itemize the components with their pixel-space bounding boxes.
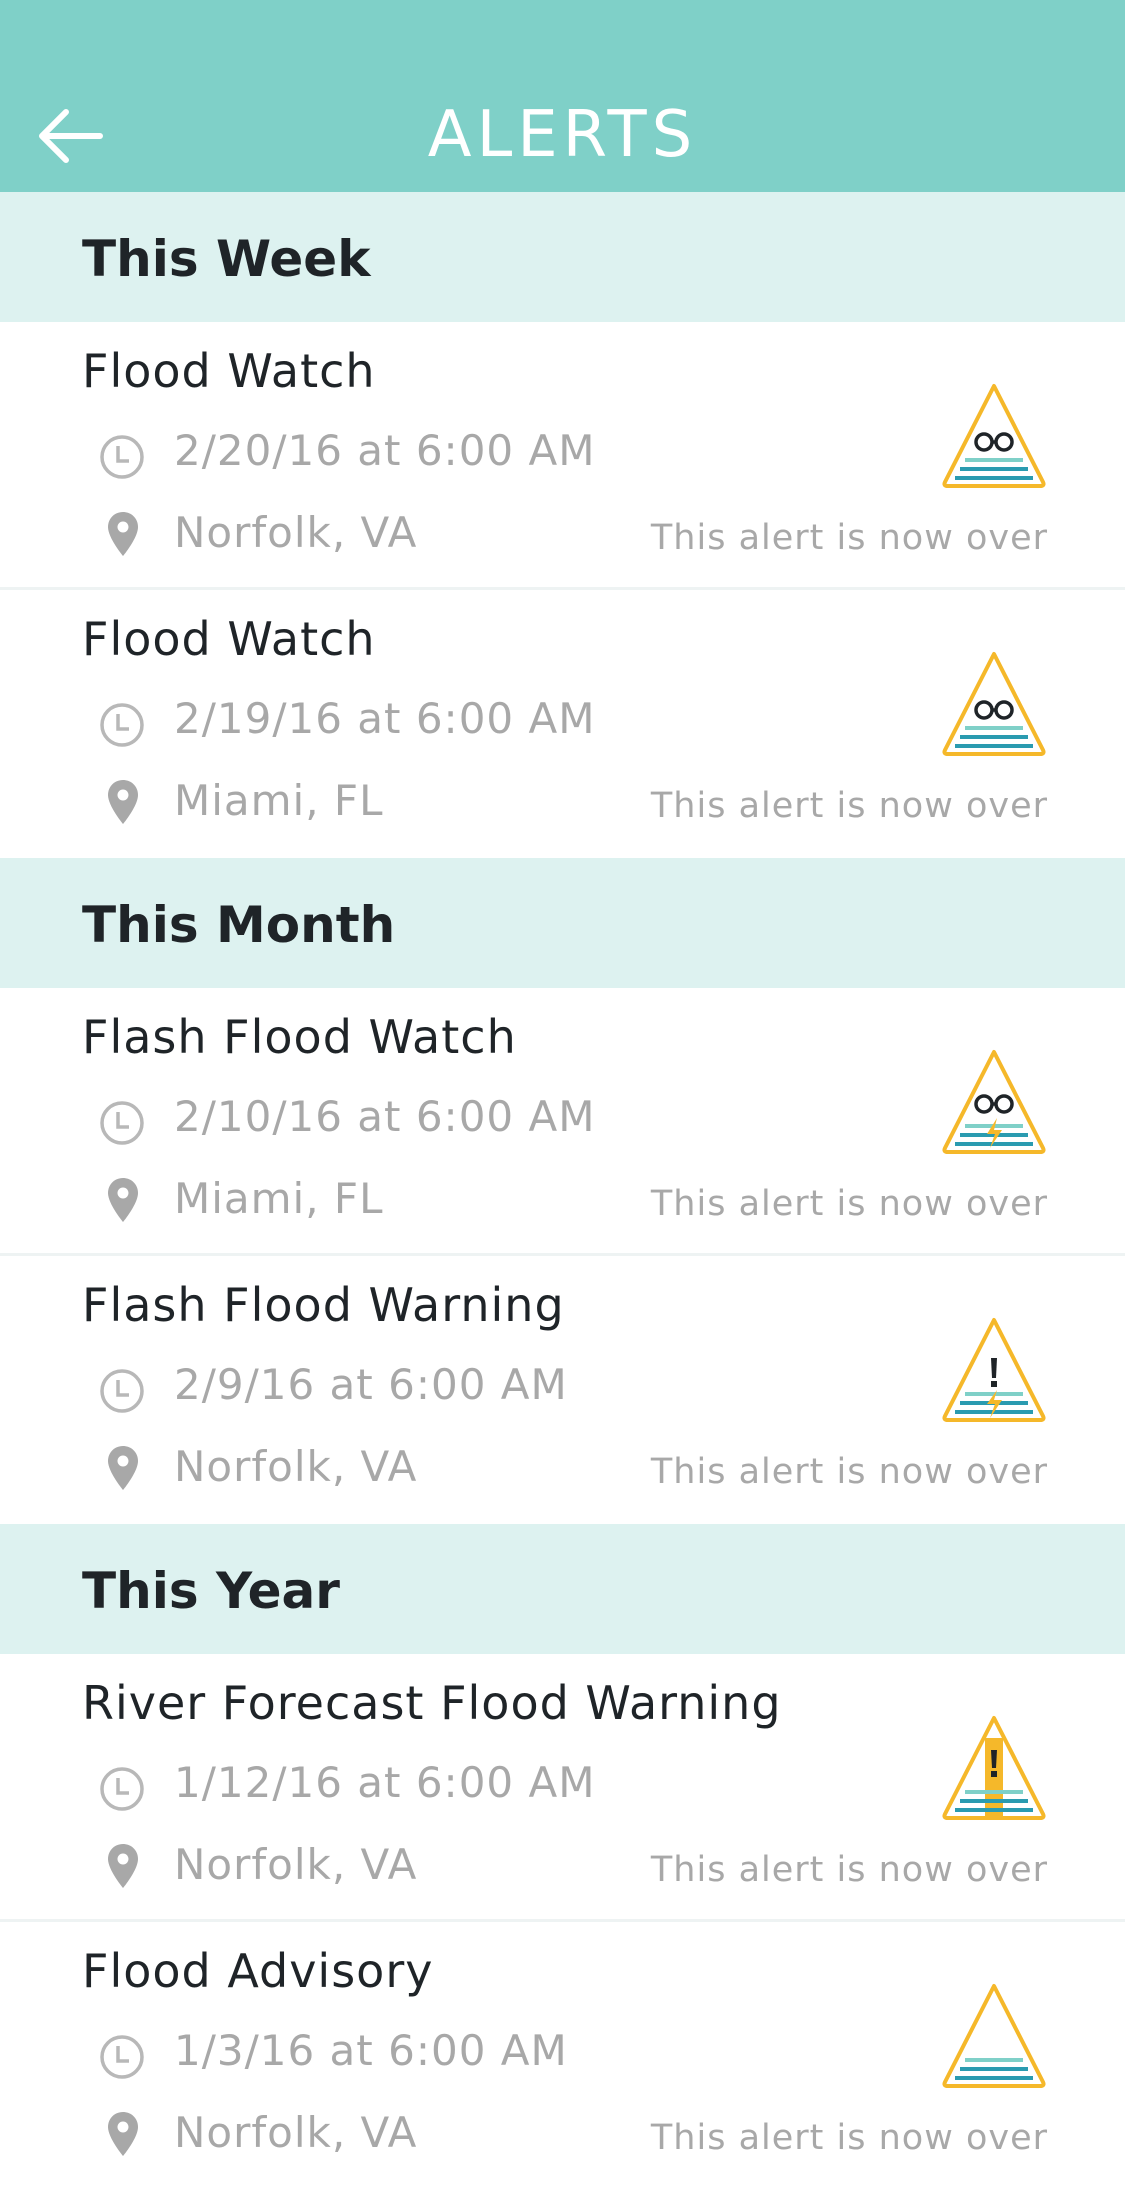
location-pin-icon	[108, 1446, 138, 1490]
alert-title: Flash Flood Warning	[82, 1278, 565, 1332]
alert-time: 2/9/16 at 6:00 AM	[174, 1360, 568, 1409]
section-header-this-week: This Week	[0, 192, 1125, 322]
alert-title: River Forecast Flood Warning	[82, 1676, 782, 1730]
section-title: This Month	[82, 896, 396, 954]
clock-icon	[100, 1767, 144, 1811]
alert-title: Flash Flood Watch	[82, 1010, 517, 1064]
alert-status: This alert is now over	[650, 1184, 1048, 1224]
alert-time: 2/20/16 at 6:00 AM	[174, 426, 596, 475]
alert-location: Norfolk, VA	[174, 1442, 418, 1491]
page-title: ALERTS	[427, 98, 698, 172]
alert-list-item[interactable]: Flash Flood Warning 2/9/16 at 6:00 AM No…	[2, 1256, 1123, 1520]
clock-icon	[100, 703, 144, 747]
flash-flood-watch-icon	[942, 1050, 1046, 1154]
clock-icon	[100, 2035, 144, 2079]
alert-status: This alert is now over	[650, 518, 1048, 558]
location-pin-icon	[108, 2112, 138, 2156]
flash-flood-warning-icon	[942, 1318, 1046, 1422]
alert-location: Norfolk, VA	[174, 1840, 418, 1889]
alert-time: 1/12/16 at 6:00 AM	[174, 1758, 596, 1807]
alert-list-item[interactable]: Flood Watch 2/19/16 at 6:00 AM Miami, FL…	[2, 590, 1123, 854]
alert-list-item[interactable]: Flood Advisory 1/3/16 at 6:00 AM Norfolk…	[2, 1922, 1123, 2186]
section-title: This Year	[82, 1562, 340, 1620]
alert-time: 1/3/16 at 6:00 AM	[174, 2026, 568, 2075]
clock-icon	[100, 1101, 144, 1145]
alert-status: This alert is now over	[650, 1452, 1048, 1492]
clock-icon	[100, 435, 144, 479]
alert-time: 2/19/16 at 6:00 AM	[174, 694, 596, 743]
section-header-this-month: This Month	[0, 858, 1125, 988]
alert-time: 2/10/16 at 6:00 AM	[174, 1092, 596, 1141]
alert-title: Flood Watch	[82, 612, 376, 666]
alert-list-item[interactable]: River Forecast Flood Warning 1/12/16 at …	[2, 1654, 1123, 1918]
alert-location: Norfolk, VA	[174, 2108, 418, 2157]
location-pin-icon	[108, 1178, 138, 1222]
section-header-this-year: This Year	[0, 1524, 1125, 1654]
clock-icon	[100, 1369, 144, 1413]
location-pin-icon	[108, 1844, 138, 1888]
flood-watch-icon	[942, 652, 1046, 756]
location-pin-icon	[108, 512, 138, 556]
app-bar: ALERTS	[0, 0, 1125, 192]
alert-location: Norfolk, VA	[174, 508, 418, 557]
alert-status: This alert is now over	[650, 786, 1048, 826]
alert-list-item[interactable]: Flood Watch 2/20/16 at 6:00 AM Norfolk, …	[2, 322, 1123, 586]
alert-status: This alert is now over	[650, 2118, 1048, 2158]
section-title: This Week	[82, 230, 371, 288]
alert-location: Miami, FL	[174, 1174, 384, 1223]
flood-watch-icon	[942, 384, 1046, 488]
flood-advisory-icon	[942, 1984, 1046, 2088]
alert-status: This alert is now over	[650, 1850, 1048, 1890]
river-flood-warning-icon	[942, 1716, 1046, 1820]
alert-title: Flood Advisory	[82, 1944, 434, 1998]
alert-list-item[interactable]: Flash Flood Watch 2/10/16 at 6:00 AM Mia…	[2, 988, 1123, 1252]
alert-location: Miami, FL	[174, 776, 384, 825]
location-pin-icon	[108, 780, 138, 824]
alert-title: Flood Watch	[82, 344, 376, 398]
